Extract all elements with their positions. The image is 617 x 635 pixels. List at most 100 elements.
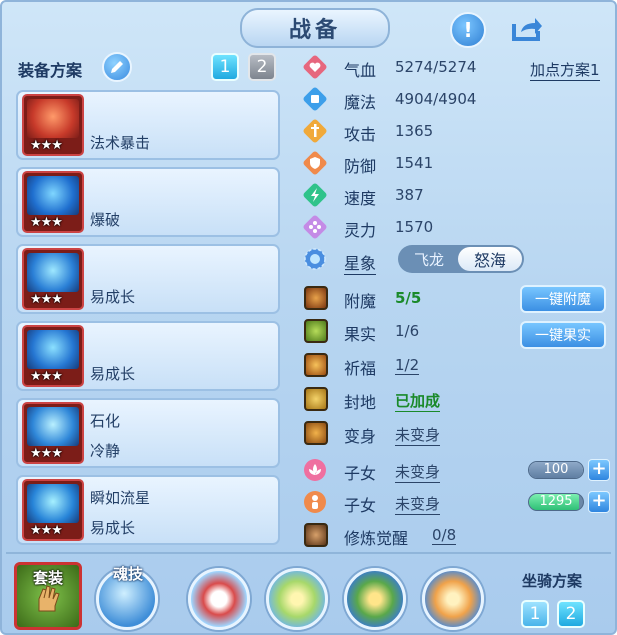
spirit-label: 灵力 xyxy=(344,221,377,240)
edit-scheme-button[interactable] xyxy=(102,52,132,82)
fruit-label: 果实 xyxy=(344,325,377,344)
speed-label: 速度 xyxy=(344,189,377,208)
equipment-skill: 瞬如流星 xyxy=(90,489,151,507)
exclamation-icon: ! xyxy=(463,18,473,42)
cultivate-icon xyxy=(304,523,328,547)
fief-label: 封地 xyxy=(344,393,377,412)
transform-icon xyxy=(304,421,328,445)
weapon-icon: ★★★ xyxy=(22,94,84,156)
defense-value: 1541 xyxy=(395,154,434,172)
child-1-bar-value: 100 xyxy=(543,462,569,477)
enchant-icon xyxy=(304,286,328,310)
transform-label: 变身 xyxy=(344,427,377,446)
helmet-icon: ★★★ xyxy=(22,171,84,233)
skill-slot-1[interactable] xyxy=(188,568,250,630)
scheme-button-1[interactable]: 1 xyxy=(211,53,239,81)
star-rating: ★★★ xyxy=(30,446,63,461)
star-rating: ★★★ xyxy=(30,292,63,307)
star-sign-icon xyxy=(304,248,326,270)
set-button[interactable]: 套装 xyxy=(14,562,82,630)
star-rating: ★★★ xyxy=(30,523,63,538)
fruit-value: 1/6 xyxy=(395,322,420,340)
mount-button-2[interactable]: 2 xyxy=(557,600,585,628)
one-click-fruit-button[interactable]: 一键果实 xyxy=(520,321,606,349)
child-icon xyxy=(304,491,326,513)
enchant-label: 附魔 xyxy=(344,292,377,311)
belt-icon: ★★★ xyxy=(22,402,84,464)
child-1-plus-button[interactable]: + xyxy=(588,459,610,481)
boots-icon: ★★★ xyxy=(22,479,84,541)
one-click-enchant-button[interactable]: 一键附魔 xyxy=(520,285,606,313)
cultivate-value[interactable]: 0/8 xyxy=(432,526,457,545)
equipment-slot-5[interactable]: ★★★ 石化 冷静 xyxy=(16,398,280,468)
shield-icon xyxy=(303,151,327,175)
spirit-value: 1570 xyxy=(395,218,434,236)
lotus-icon xyxy=(304,459,326,481)
skill-slot-3[interactable] xyxy=(344,568,406,630)
pencil-icon xyxy=(111,61,123,73)
soul-skill-button[interactable]: 魂技 xyxy=(96,565,158,630)
star-sign-label[interactable]: 星象 xyxy=(344,250,377,275)
skill-slot-4[interactable] xyxy=(422,568,484,630)
equipment-slot-3[interactable]: ★★★ 易成长 xyxy=(16,244,280,314)
star-option-nuhai[interactable]: 怒海 xyxy=(458,247,522,271)
mount-button-1[interactable]: 1 xyxy=(521,600,549,628)
star-rating: ★★★ xyxy=(30,138,63,153)
star-option-feilong[interactable]: 飞龙 xyxy=(400,247,458,271)
equipment-effect: 爆破 xyxy=(90,211,121,229)
info-button[interactable]: ! xyxy=(450,12,486,48)
child-2-plus-button[interactable]: + xyxy=(588,491,610,513)
necklace-icon: ★★★ xyxy=(22,248,84,310)
mana-icon xyxy=(303,87,327,111)
skill-slot-2[interactable] xyxy=(266,568,328,630)
fief-value[interactable]: 已加成 xyxy=(395,390,441,412)
page-title: 战备 xyxy=(288,18,341,43)
add-point-scheme-link[interactable]: 加点方案1 xyxy=(530,59,600,81)
equipment-skill: 石化 xyxy=(90,412,121,430)
bottom-divider xyxy=(6,552,611,554)
bless-icon xyxy=(304,353,328,377)
child-2-value[interactable]: 未变身 xyxy=(395,493,441,515)
soul-skill-label: 魂技 xyxy=(112,565,143,583)
scheme-button-2[interactable]: 2 xyxy=(248,53,276,81)
bless-value[interactable]: 1/2 xyxy=(395,356,420,375)
star-sign-toggle: 飞龙 怒海 xyxy=(398,245,524,273)
equipment-effect: 冷静 xyxy=(90,442,121,460)
armor-icon: ★★★ xyxy=(22,325,84,387)
equipment-effect: 易成长 xyxy=(90,365,136,383)
hp-value: 5274/5274 xyxy=(395,58,477,76)
child-1-bar: 100 xyxy=(528,461,584,479)
child-1-value[interactable]: 未变身 xyxy=(395,461,441,483)
star-rating: ★★★ xyxy=(30,215,63,230)
child-1-label: 子女 xyxy=(344,464,377,483)
star-rating: ★★★ xyxy=(30,369,63,384)
attack-value: 1365 xyxy=(395,122,434,140)
transform-value[interactable]: 未变身 xyxy=(395,424,441,446)
attack-label: 攻击 xyxy=(344,125,377,144)
equipment-scheme-label: 装备方案 xyxy=(18,61,83,80)
child-2-label: 子女 xyxy=(344,496,377,515)
bless-label: 祈福 xyxy=(344,359,377,378)
defense-label: 防御 xyxy=(344,157,377,176)
hp-label: 气血 xyxy=(344,61,377,80)
speed-value: 387 xyxy=(395,186,424,204)
equipment-slot-6[interactable]: ★★★ 瞬如流星 易成长 xyxy=(16,475,280,545)
spirit-icon xyxy=(303,215,327,239)
equipment-slot-2[interactable]: ★★★ 爆破 xyxy=(16,167,280,237)
mp-value: 4904/4904 xyxy=(395,90,477,108)
speed-icon xyxy=(303,183,327,207)
share-button[interactable] xyxy=(510,12,544,44)
title-bar: 战备 xyxy=(240,8,390,48)
enchant-value: 5/5 xyxy=(395,289,422,307)
equipment-panel: 战备 ! 装备方案 1 2 ★★★ 法术暴击 ★★★ 爆破 ★★★ 易成长 ★★… xyxy=(0,0,617,635)
equipment-effect: 易成长 xyxy=(90,288,136,306)
sword-icon xyxy=(303,119,327,143)
child-2-bar: 1295 xyxy=(528,493,584,511)
equipment-slot-4[interactable]: ★★★ 易成长 xyxy=(16,321,280,391)
fief-icon xyxy=(304,387,328,411)
mount-scheme-label: 坐骑方案 xyxy=(522,572,583,590)
equipment-slot-1[interactable]: ★★★ 法术暴击 xyxy=(16,90,280,160)
heart-icon xyxy=(303,55,327,79)
set-label: 套装 xyxy=(32,569,63,587)
share-icon xyxy=(512,18,542,41)
